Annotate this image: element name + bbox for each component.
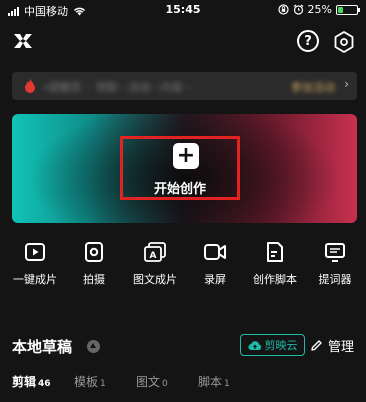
tool-label: 一键成片 [13,273,57,286]
question-mark-icon: ? [304,33,312,49]
banner-cta: 参加活动 [291,81,335,94]
tab-count: 0 [162,379,168,389]
tool-label: 拍摄 [83,273,105,286]
tool-text-to-video[interactable]: A 图文成片 [125,238,185,290]
tab-label: 脚本 [198,375,223,389]
camera-icon [85,242,103,262]
tool-creation-script[interactable]: 创作脚本 [245,238,305,290]
alarm-icon [293,4,303,15]
tools-row: 一键成片 拍摄 A 图文成片 录屏 创作脚本 提词器 [0,238,366,290]
manage-button[interactable]: 管理 [310,336,354,355]
teleprompter-icon [325,243,345,262]
tool-label: 图文成片 [133,273,177,286]
tool-label: 提词器 [318,273,352,286]
tab-count: 46 [38,379,51,389]
section-title: 本地草稿 [12,338,73,356]
tool-label: 创作脚本 [253,273,297,286]
local-drafts-header: 本地草稿 剪映云 管理 [12,334,357,358]
tool-teleprompter[interactable]: 提词器 [305,238,365,290]
banner-text: •提醒您 ·· 领取···活动···内容··· [42,81,193,94]
promo-banner[interactable]: •提醒您 ·· 领取···活动···内容··· 参加活动 › [12,72,357,100]
help-button[interactable]: ? [297,30,319,52]
orientation-lock-icon [277,4,289,15]
svg-text:A: A [150,251,157,261]
tab-label: 模板 [74,375,99,389]
tab-template[interactable]: 模板 1 [74,373,106,390]
draft-tabs: 剪辑 46 模板 1 图文 0 脚本 1 [12,373,357,393]
plus-icon: + [173,143,199,169]
status-bar: 中国移动 15:45 25% [0,0,366,20]
start-creating-label: 开始创作 [153,182,206,197]
tab-script[interactable]: 脚本 1 [198,373,230,390]
tool-screen-record[interactable]: 录屏 [185,238,245,290]
tab-count: 1 [224,379,230,389]
script-document-icon [267,242,283,262]
tab-label: 剪辑 [12,375,37,389]
tool-shoot[interactable]: 拍摄 [64,238,124,290]
play-square-icon [25,243,45,261]
cloud-upload-icon [247,340,261,350]
tool-one-click-video[interactable]: 一键成片 [5,238,65,290]
start-creating-button[interactable]: + 开始创作 [130,140,230,198]
tab-label: 图文 [136,375,161,389]
tool-label: 录屏 [204,273,226,286]
battery-icon [336,4,360,15]
tab-count: 1 [100,379,106,389]
battery-level [338,6,343,13]
cloud-label: 剪映云 [264,339,298,352]
settings-hex-icon[interactable] [332,30,356,54]
status-right: 25% [277,3,360,16]
battery-percent: 25% [307,3,332,16]
manage-label: 管理 [328,340,355,355]
cloud-button[interactable]: 剪映云 [240,334,305,356]
tab-image-text[interactable]: 图文 0 [136,373,168,390]
pencil-icon [311,340,322,351]
text-to-video-icon: A [144,242,166,262]
collapse-toggle-icon[interactable] [87,340,100,353]
fire-icon [25,78,35,93]
chevron-right-icon: › [344,77,349,91]
top-bar: ? [0,26,366,56]
capcut-logo-icon [14,34,32,48]
tab-edit[interactable]: 剪辑 46 [12,373,51,390]
screen-record-icon [204,244,226,260]
